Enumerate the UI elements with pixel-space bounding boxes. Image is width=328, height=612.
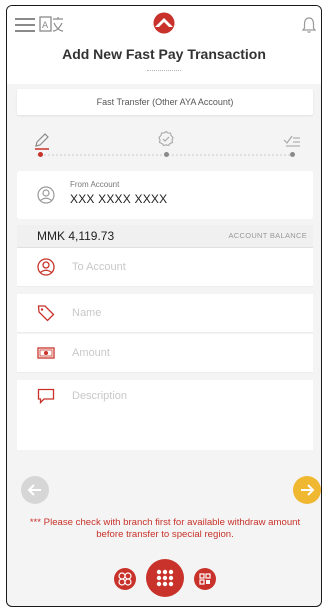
qr-button[interactable] bbox=[194, 568, 216, 590]
cash-icon bbox=[37, 347, 55, 359]
quick-menu-icon bbox=[118, 572, 132, 586]
from-account-value: XXX XXXX XXXX bbox=[70, 192, 168, 206]
step-dot-1 bbox=[38, 152, 43, 157]
stepper bbox=[7, 124, 321, 164]
grid-menu-icon bbox=[156, 569, 174, 587]
description-field[interactable]: Description bbox=[17, 380, 313, 450]
transfer-type-label: Fast Transfer (Other AYA Account) bbox=[17, 89, 313, 115]
bell-icon[interactable] bbox=[301, 16, 317, 34]
aya-logo bbox=[153, 12, 175, 34]
account-balance-amount: MMK 4,119.73 bbox=[37, 229, 115, 243]
home-menu-button[interactable] bbox=[146, 559, 184, 597]
hamburger-icon[interactable] bbox=[15, 17, 35, 33]
to-account-field[interactable]: To Account bbox=[17, 248, 313, 287]
step-dot-2 bbox=[164, 152, 169, 157]
favorites-button[interactable] bbox=[114, 568, 136, 590]
description-placeholder: Description bbox=[72, 390, 128, 402]
from-account-card[interactable]: From Account XXX XXXX XXXX bbox=[17, 171, 313, 219]
bottom-navigation bbox=[7, 549, 321, 606]
name-field[interactable]: Name bbox=[17, 294, 313, 333]
from-account-label: From Account bbox=[70, 180, 120, 189]
qr-code-icon bbox=[199, 573, 211, 585]
user-circle-icon bbox=[37, 186, 55, 204]
amount-placeholder: Amount bbox=[72, 347, 110, 359]
svg-text:A: A bbox=[42, 21, 49, 31]
next-button[interactable] bbox=[293, 476, 321, 504]
step-dot-3 bbox=[290, 152, 295, 157]
user-circle-icon bbox=[37, 258, 55, 276]
title-divider bbox=[147, 70, 181, 73]
language-toggle-icon[interactable]: A bbox=[39, 15, 65, 35]
pencil-icon bbox=[35, 133, 49, 150]
header: A Add New Fast Pay Transaction bbox=[7, 6, 321, 84]
arrow-right-icon bbox=[301, 484, 315, 496]
account-balance-label: ACCOUNT BALANCE bbox=[228, 231, 307, 240]
to-account-placeholder: To Account bbox=[72, 261, 126, 273]
account-balance-row: MMK 4,119.73 ACCOUNT BALANCE bbox=[17, 225, 313, 248]
list-check-icon bbox=[283, 135, 300, 147]
comment-icon bbox=[37, 388, 55, 405]
arrow-left-icon bbox=[27, 484, 41, 496]
back-button[interactable] bbox=[21, 476, 49, 504]
page-title: Add New Fast Pay Transaction bbox=[62, 46, 266, 62]
amount-field[interactable]: Amount bbox=[17, 334, 313, 373]
name-placeholder: Name bbox=[72, 307, 102, 319]
tag-icon bbox=[37, 305, 55, 322]
branch-notice: *** Please check with branch first for a… bbox=[29, 517, 301, 540]
check-badge-icon bbox=[158, 130, 174, 147]
app-frame: A Add New Fast Pay Transaction Fast Tran… bbox=[6, 5, 322, 607]
